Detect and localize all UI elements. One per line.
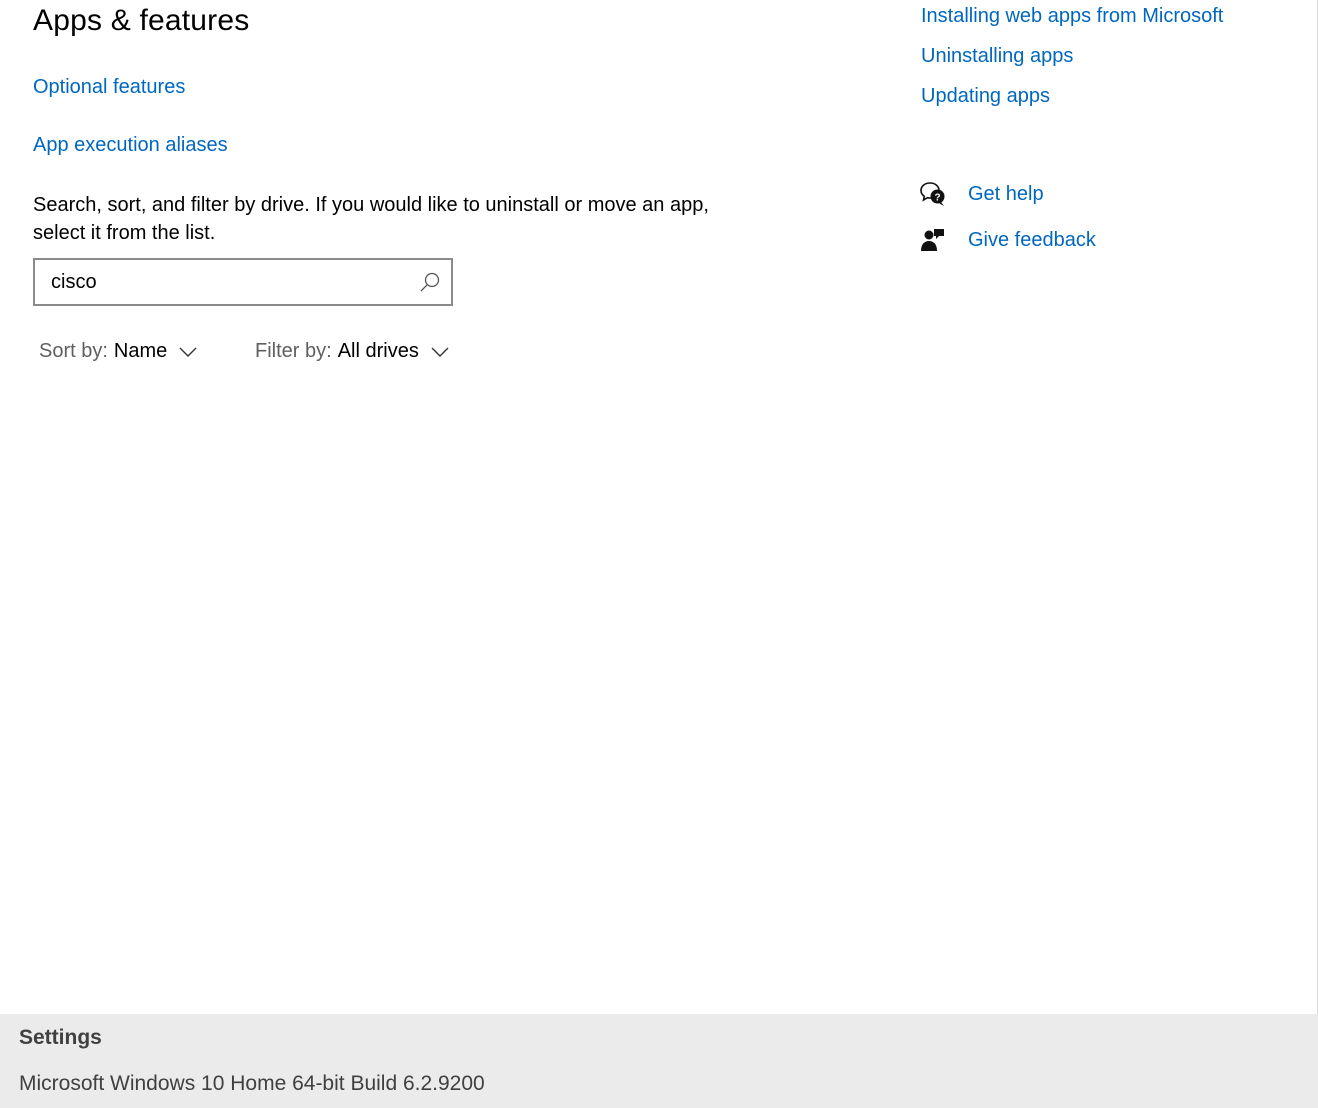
- app-execution-aliases-link[interactable]: App execution aliases: [33, 134, 228, 157]
- optional-features-link[interactable]: Optional features: [33, 76, 185, 99]
- give-feedback-link[interactable]: Give feedback: [968, 229, 1096, 252]
- sort-value: Name: [113, 340, 168, 362]
- chat-help-icon: ?: [920, 182, 945, 206]
- footer-title: Settings: [19, 1026, 102, 1049]
- filter-dropdown[interactable]: Filter by: All drives: [255, 340, 449, 363]
- search-icon[interactable]: [419, 271, 441, 293]
- chevron-down-icon: [179, 347, 197, 357]
- uninstalling-apps-link[interactable]: Uninstalling apps: [921, 44, 1223, 68]
- svg-text:?: ?: [934, 193, 940, 204]
- search-box[interactable]: [33, 258, 453, 306]
- feedback-icon: [921, 229, 944, 251]
- search-input[interactable]: [35, 260, 405, 304]
- footer-bar: Settings Microsoft Windows 10 Home 64-bi…: [0, 1014, 1318, 1108]
- updating-apps-link[interactable]: Updating apps: [921, 84, 1223, 108]
- get-help-link[interactable]: Get help: [968, 183, 1044, 206]
- footer-os-info: Microsoft Windows 10 Home 64-bit Build 6…: [19, 1072, 485, 1095]
- related-links: Installing web apps from Microsoft Unins…: [921, 4, 1223, 124]
- page-title: Apps & features: [33, 4, 250, 37]
- settings-window: Apps & features Optional features App ex…: [0, 0, 1318, 1014]
- chevron-down-icon: [431, 347, 449, 357]
- sort-label: Sort by:: [39, 340, 108, 362]
- give-feedback-row[interactable]: Give feedback: [920, 227, 1096, 253]
- filter-value: All drives: [337, 340, 419, 362]
- search-description: Search, sort, and filter by drive. If yo…: [33, 194, 709, 244]
- sort-dropdown[interactable]: Sort by: Name: [39, 340, 197, 363]
- get-help-row[interactable]: ? Get help: [920, 181, 1044, 207]
- filter-label: Filter by:: [255, 340, 332, 362]
- installing-web-apps-link[interactable]: Installing web apps from Microsoft: [921, 4, 1223, 28]
